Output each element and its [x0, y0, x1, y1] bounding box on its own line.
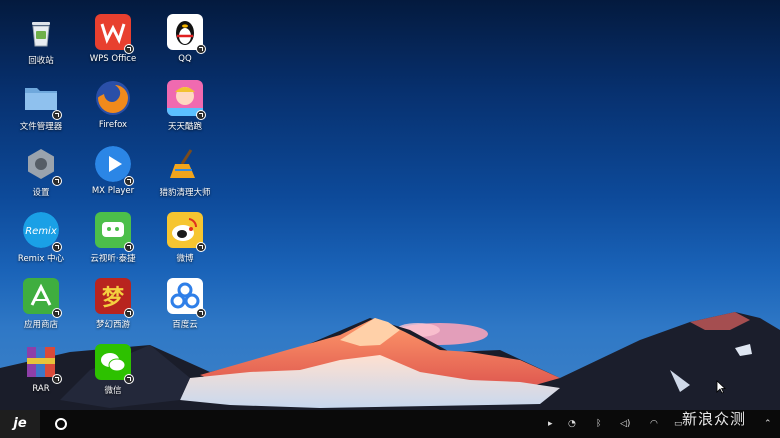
- desktop-icon-recycle-bin[interactable]: 回收站: [6, 14, 76, 76]
- desktop-icon-menghuan-xiyou[interactable]: 梦 梦幻西游: [78, 278, 148, 340]
- shortcut-arrow-icon: [124, 176, 134, 186]
- desktop-icon-rar[interactable]: RAR: [6, 344, 76, 406]
- desktop-wallpaper: 回收站 文件管理器 设置 Remix Remix 中心 应用商店 RAR WPS…: [0, 0, 780, 410]
- icon-label: Remix 中心: [17, 254, 65, 264]
- desktop-icon-app-store[interactable]: 应用商店: [6, 278, 76, 340]
- desktop-icon-cleaner[interactable]: 猎豹清理大师: [150, 146, 220, 208]
- icon-label: 云视听·泰捷: [90, 254, 136, 264]
- taskbar: je ▸ ◔ ᛒ ◁) ◠ ▭ ⌃: [0, 410, 780, 438]
- mouse-cursor-icon: [716, 380, 726, 394]
- volume-icon[interactable]: ◁): [620, 418, 630, 430]
- icon-label: Firefox: [98, 120, 128, 130]
- shortcut-arrow-icon: [52, 176, 62, 186]
- shortcut-arrow-icon: [196, 44, 206, 54]
- shortcut-arrow-icon: [52, 374, 62, 384]
- shortcut-arrow-icon: [196, 308, 206, 318]
- shortcut-arrow-icon: [52, 308, 62, 318]
- desktop-icon-file-manager[interactable]: 文件管理器: [6, 80, 76, 142]
- icon-label: WPS Office: [89, 54, 137, 64]
- icon-label: 文件管理器: [19, 122, 63, 132]
- desktop-icon-tv-app[interactable]: 云视听·泰捷: [78, 212, 148, 274]
- desktop-icon-qq[interactable]: QQ: [150, 14, 220, 76]
- icon-label: 猎豹清理大师: [159, 188, 211, 198]
- svg-text:梦: 梦: [102, 285, 125, 311]
- icon-label: 回收站: [28, 56, 54, 66]
- svg-text:Remix: Remix: [25, 226, 57, 237]
- desktop-icon-tiantian-kupao[interactable]: 天天酷跑: [150, 80, 220, 142]
- chevron-up-icon[interactable]: ⌃: [764, 418, 772, 430]
- desktop-icon-remix-center[interactable]: Remix Remix 中心: [6, 212, 76, 274]
- shortcut-arrow-icon: [52, 242, 62, 252]
- search-circle-icon[interactable]: [55, 418, 67, 430]
- play-arrow-icon[interactable]: ▸: [548, 418, 553, 430]
- desktop-icon-wechat[interactable]: 微信: [78, 344, 148, 406]
- icon-label: RAR: [32, 384, 50, 394]
- shortcut-arrow-icon: [124, 242, 134, 252]
- start-button[interactable]: je: [0, 410, 40, 438]
- clock-icon[interactable]: ◔: [568, 418, 576, 430]
- desktop-icon-weibo[interactable]: 微博: [150, 212, 220, 274]
- desktop-icon-mx-player[interactable]: MX Player: [78, 146, 148, 208]
- desktop-icon-baidu-cloud[interactable]: 百度云: [150, 278, 220, 340]
- bluetooth-icon[interactable]: ᛒ: [596, 418, 601, 430]
- icon-label: 百度云: [172, 320, 198, 330]
- desktop-icon-settings[interactable]: 设置: [6, 146, 76, 208]
- wifi-icon[interactable]: ◠: [650, 418, 658, 430]
- icon-label: 微信: [104, 386, 122, 396]
- icon-label: QQ: [178, 54, 192, 64]
- icon-label: 微博: [176, 254, 194, 264]
- recycle-bin-icon: [23, 14, 59, 50]
- shortcut-arrow-icon: [196, 242, 206, 252]
- shortcut-arrow-icon: [124, 374, 134, 384]
- desktop-icon-wps-office[interactable]: WPS Office: [78, 14, 148, 76]
- shortcut-arrow-icon: [196, 110, 206, 120]
- broom-icon: [167, 146, 203, 182]
- firefox-icon: [95, 80, 131, 116]
- watermark: 新浪众测: [682, 410, 747, 428]
- shortcut-arrow-icon: [52, 110, 62, 120]
- desktop-icon-firefox[interactable]: Firefox: [78, 80, 148, 142]
- icon-label: 设置: [32, 188, 50, 198]
- shortcut-arrow-icon: [124, 308, 134, 318]
- icon-label: 梦幻西游: [95, 320, 130, 330]
- icon-label: MX Player: [91, 186, 135, 196]
- shortcut-arrow-icon: [124, 44, 134, 54]
- icon-label: 天天酷跑: [167, 122, 202, 132]
- icon-label: 应用商店: [23, 320, 58, 330]
